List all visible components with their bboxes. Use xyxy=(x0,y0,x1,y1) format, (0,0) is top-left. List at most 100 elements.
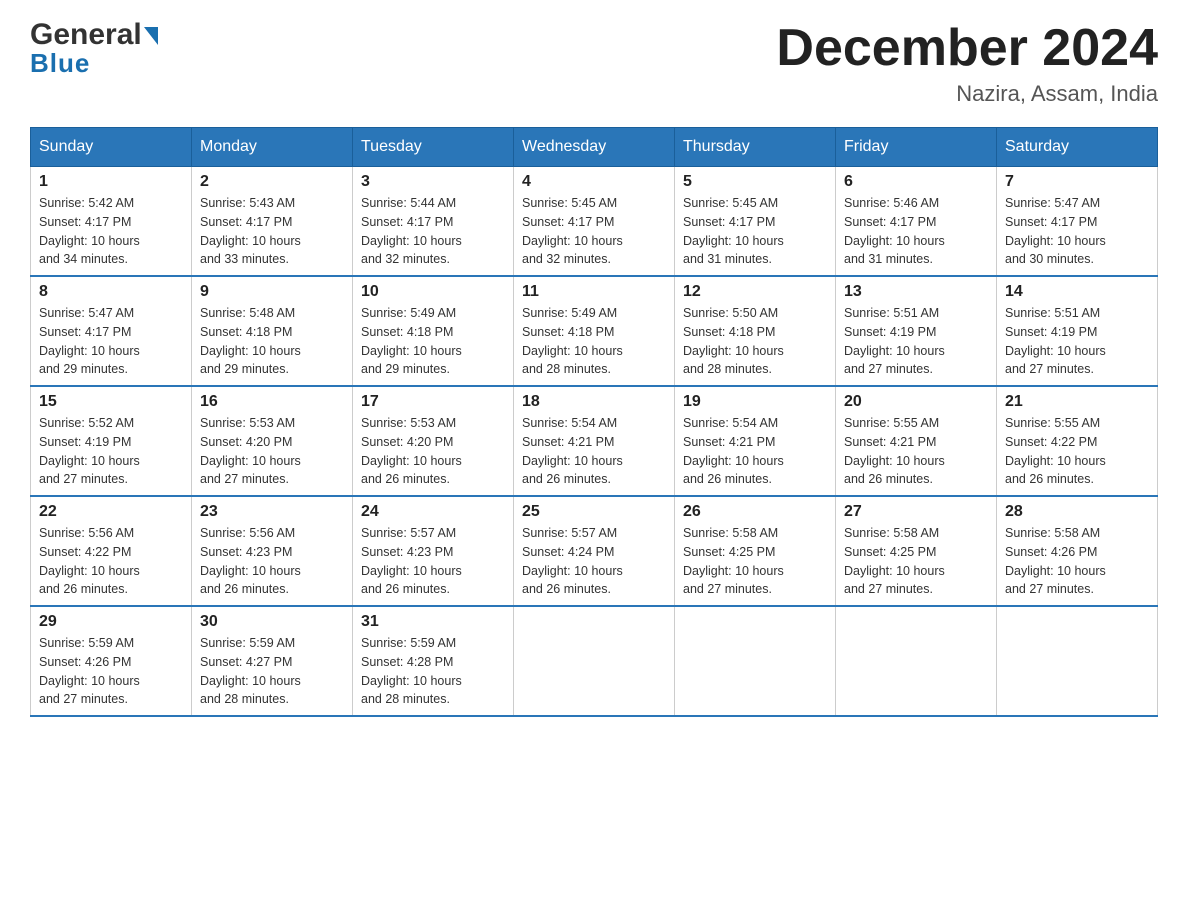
day-number: 11 xyxy=(522,283,666,301)
header-tuesday: Tuesday xyxy=(353,128,514,167)
day-number: 24 xyxy=(361,503,505,521)
calendar-cell: 31 Sunrise: 5:59 AMSunset: 4:28 PMDaylig… xyxy=(353,606,514,716)
calendar-subtitle: Nazira, Assam, India xyxy=(776,81,1158,107)
calendar-cell: 27 Sunrise: 5:58 AMSunset: 4:25 PMDaylig… xyxy=(836,496,997,606)
calendar-cell xyxy=(514,606,675,716)
day-info: Sunrise: 5:45 AMSunset: 4:17 PMDaylight:… xyxy=(683,194,827,269)
day-info: Sunrise: 5:52 AMSunset: 4:19 PMDaylight:… xyxy=(39,414,183,489)
calendar-table: SundayMondayTuesdayWednesdayThursdayFrid… xyxy=(30,127,1158,717)
calendar-cell: 29 Sunrise: 5:59 AMSunset: 4:26 PMDaylig… xyxy=(31,606,192,716)
day-info: Sunrise: 5:55 AMSunset: 4:21 PMDaylight:… xyxy=(844,414,988,489)
calendar-cell: 21 Sunrise: 5:55 AMSunset: 4:22 PMDaylig… xyxy=(997,386,1158,496)
day-info: Sunrise: 5:59 AMSunset: 4:28 PMDaylight:… xyxy=(361,634,505,709)
day-number: 15 xyxy=(39,393,183,411)
day-info: Sunrise: 5:43 AMSunset: 4:17 PMDaylight:… xyxy=(200,194,344,269)
day-info: Sunrise: 5:56 AMSunset: 4:23 PMDaylight:… xyxy=(200,524,344,599)
calendar-cell: 25 Sunrise: 5:57 AMSunset: 4:24 PMDaylig… xyxy=(514,496,675,606)
week-row-4: 22 Sunrise: 5:56 AMSunset: 4:22 PMDaylig… xyxy=(31,496,1158,606)
day-info: Sunrise: 5:57 AMSunset: 4:23 PMDaylight:… xyxy=(361,524,505,599)
day-info: Sunrise: 5:49 AMSunset: 4:18 PMDaylight:… xyxy=(522,304,666,379)
calendar-cell: 12 Sunrise: 5:50 AMSunset: 4:18 PMDaylig… xyxy=(675,276,836,386)
day-number: 4 xyxy=(522,173,666,191)
day-number: 19 xyxy=(683,393,827,411)
calendar-cell: 8 Sunrise: 5:47 AMSunset: 4:17 PMDayligh… xyxy=(31,276,192,386)
logo-general-text: General xyxy=(30,20,158,50)
calendar-cell: 4 Sunrise: 5:45 AMSunset: 4:17 PMDayligh… xyxy=(514,167,675,277)
logo: General Blue xyxy=(30,20,158,79)
calendar-cell: 20 Sunrise: 5:55 AMSunset: 4:21 PMDaylig… xyxy=(836,386,997,496)
day-number: 10 xyxy=(361,283,505,301)
day-info: Sunrise: 5:59 AMSunset: 4:26 PMDaylight:… xyxy=(39,634,183,709)
day-info: Sunrise: 5:47 AMSunset: 4:17 PMDaylight:… xyxy=(39,304,183,379)
day-info: Sunrise: 5:58 AMSunset: 4:26 PMDaylight:… xyxy=(1005,524,1149,599)
day-info: Sunrise: 5:51 AMSunset: 4:19 PMDaylight:… xyxy=(1005,304,1149,379)
calendar-cell xyxy=(675,606,836,716)
calendar-cell: 18 Sunrise: 5:54 AMSunset: 4:21 PMDaylig… xyxy=(514,386,675,496)
calendar-cell: 9 Sunrise: 5:48 AMSunset: 4:18 PMDayligh… xyxy=(192,276,353,386)
calendar-cell: 10 Sunrise: 5:49 AMSunset: 4:18 PMDaylig… xyxy=(353,276,514,386)
week-row-2: 8 Sunrise: 5:47 AMSunset: 4:17 PMDayligh… xyxy=(31,276,1158,386)
day-number: 26 xyxy=(683,503,827,521)
calendar-cell: 14 Sunrise: 5:51 AMSunset: 4:19 PMDaylig… xyxy=(997,276,1158,386)
day-info: Sunrise: 5:50 AMSunset: 4:18 PMDaylight:… xyxy=(683,304,827,379)
calendar-cell: 13 Sunrise: 5:51 AMSunset: 4:19 PMDaylig… xyxy=(836,276,997,386)
week-row-3: 15 Sunrise: 5:52 AMSunset: 4:19 PMDaylig… xyxy=(31,386,1158,496)
day-info: Sunrise: 5:54 AMSunset: 4:21 PMDaylight:… xyxy=(522,414,666,489)
calendar-cell: 17 Sunrise: 5:53 AMSunset: 4:20 PMDaylig… xyxy=(353,386,514,496)
calendar-cell: 7 Sunrise: 5:47 AMSunset: 4:17 PMDayligh… xyxy=(997,167,1158,277)
day-number: 1 xyxy=(39,173,183,191)
calendar-cell: 26 Sunrise: 5:58 AMSunset: 4:25 PMDaylig… xyxy=(675,496,836,606)
day-number: 8 xyxy=(39,283,183,301)
day-info: Sunrise: 5:58 AMSunset: 4:25 PMDaylight:… xyxy=(683,524,827,599)
page-header: General Blue December 2024 Nazira, Assam… xyxy=(30,20,1158,107)
day-info: Sunrise: 5:51 AMSunset: 4:19 PMDaylight:… xyxy=(844,304,988,379)
calendar-cell: 2 Sunrise: 5:43 AMSunset: 4:17 PMDayligh… xyxy=(192,167,353,277)
day-info: Sunrise: 5:45 AMSunset: 4:17 PMDaylight:… xyxy=(522,194,666,269)
header-wednesday: Wednesday xyxy=(514,128,675,167)
day-info: Sunrise: 5:44 AMSunset: 4:17 PMDaylight:… xyxy=(361,194,505,269)
day-info: Sunrise: 5:48 AMSunset: 4:18 PMDaylight:… xyxy=(200,304,344,379)
header-saturday: Saturday xyxy=(997,128,1158,167)
day-info: Sunrise: 5:47 AMSunset: 4:17 PMDaylight:… xyxy=(1005,194,1149,269)
day-number: 17 xyxy=(361,393,505,411)
day-info: Sunrise: 5:58 AMSunset: 4:25 PMDaylight:… xyxy=(844,524,988,599)
day-number: 2 xyxy=(200,173,344,191)
calendar-cell: 30 Sunrise: 5:59 AMSunset: 4:27 PMDaylig… xyxy=(192,606,353,716)
calendar-cell: 1 Sunrise: 5:42 AMSunset: 4:17 PMDayligh… xyxy=(31,167,192,277)
day-number: 14 xyxy=(1005,283,1149,301)
calendar-cell: 16 Sunrise: 5:53 AMSunset: 4:20 PMDaylig… xyxy=(192,386,353,496)
calendar-cell: 28 Sunrise: 5:58 AMSunset: 4:26 PMDaylig… xyxy=(997,496,1158,606)
day-info: Sunrise: 5:57 AMSunset: 4:24 PMDaylight:… xyxy=(522,524,666,599)
day-number: 20 xyxy=(844,393,988,411)
calendar-cell: 5 Sunrise: 5:45 AMSunset: 4:17 PMDayligh… xyxy=(675,167,836,277)
day-number: 21 xyxy=(1005,393,1149,411)
calendar-cell: 19 Sunrise: 5:54 AMSunset: 4:21 PMDaylig… xyxy=(675,386,836,496)
day-number: 18 xyxy=(522,393,666,411)
header-sunday: Sunday xyxy=(31,128,192,167)
day-info: Sunrise: 5:55 AMSunset: 4:22 PMDaylight:… xyxy=(1005,414,1149,489)
calendar-cell xyxy=(997,606,1158,716)
day-number: 25 xyxy=(522,503,666,521)
day-number: 7 xyxy=(1005,173,1149,191)
week-row-5: 29 Sunrise: 5:59 AMSunset: 4:26 PMDaylig… xyxy=(31,606,1158,716)
day-number: 5 xyxy=(683,173,827,191)
day-info: Sunrise: 5:42 AMSunset: 4:17 PMDaylight:… xyxy=(39,194,183,269)
calendar-cell: 11 Sunrise: 5:49 AMSunset: 4:18 PMDaylig… xyxy=(514,276,675,386)
calendar-cell: 6 Sunrise: 5:46 AMSunset: 4:17 PMDayligh… xyxy=(836,167,997,277)
day-number: 9 xyxy=(200,283,344,301)
day-number: 13 xyxy=(844,283,988,301)
day-info: Sunrise: 5:46 AMSunset: 4:17 PMDaylight:… xyxy=(844,194,988,269)
day-info: Sunrise: 5:56 AMSunset: 4:22 PMDaylight:… xyxy=(39,524,183,599)
day-number: 28 xyxy=(1005,503,1149,521)
header-friday: Friday xyxy=(836,128,997,167)
logo-blue-text: Blue xyxy=(30,48,90,79)
calendar-cell: 22 Sunrise: 5:56 AMSunset: 4:22 PMDaylig… xyxy=(31,496,192,606)
day-number: 31 xyxy=(361,613,505,631)
day-info: Sunrise: 5:54 AMSunset: 4:21 PMDaylight:… xyxy=(683,414,827,489)
day-info: Sunrise: 5:49 AMSunset: 4:18 PMDaylight:… xyxy=(361,304,505,379)
day-info: Sunrise: 5:53 AMSunset: 4:20 PMDaylight:… xyxy=(361,414,505,489)
day-info: Sunrise: 5:59 AMSunset: 4:27 PMDaylight:… xyxy=(200,634,344,709)
calendar-cell: 15 Sunrise: 5:52 AMSunset: 4:19 PMDaylig… xyxy=(31,386,192,496)
day-info: Sunrise: 5:53 AMSunset: 4:20 PMDaylight:… xyxy=(200,414,344,489)
day-number: 12 xyxy=(683,283,827,301)
